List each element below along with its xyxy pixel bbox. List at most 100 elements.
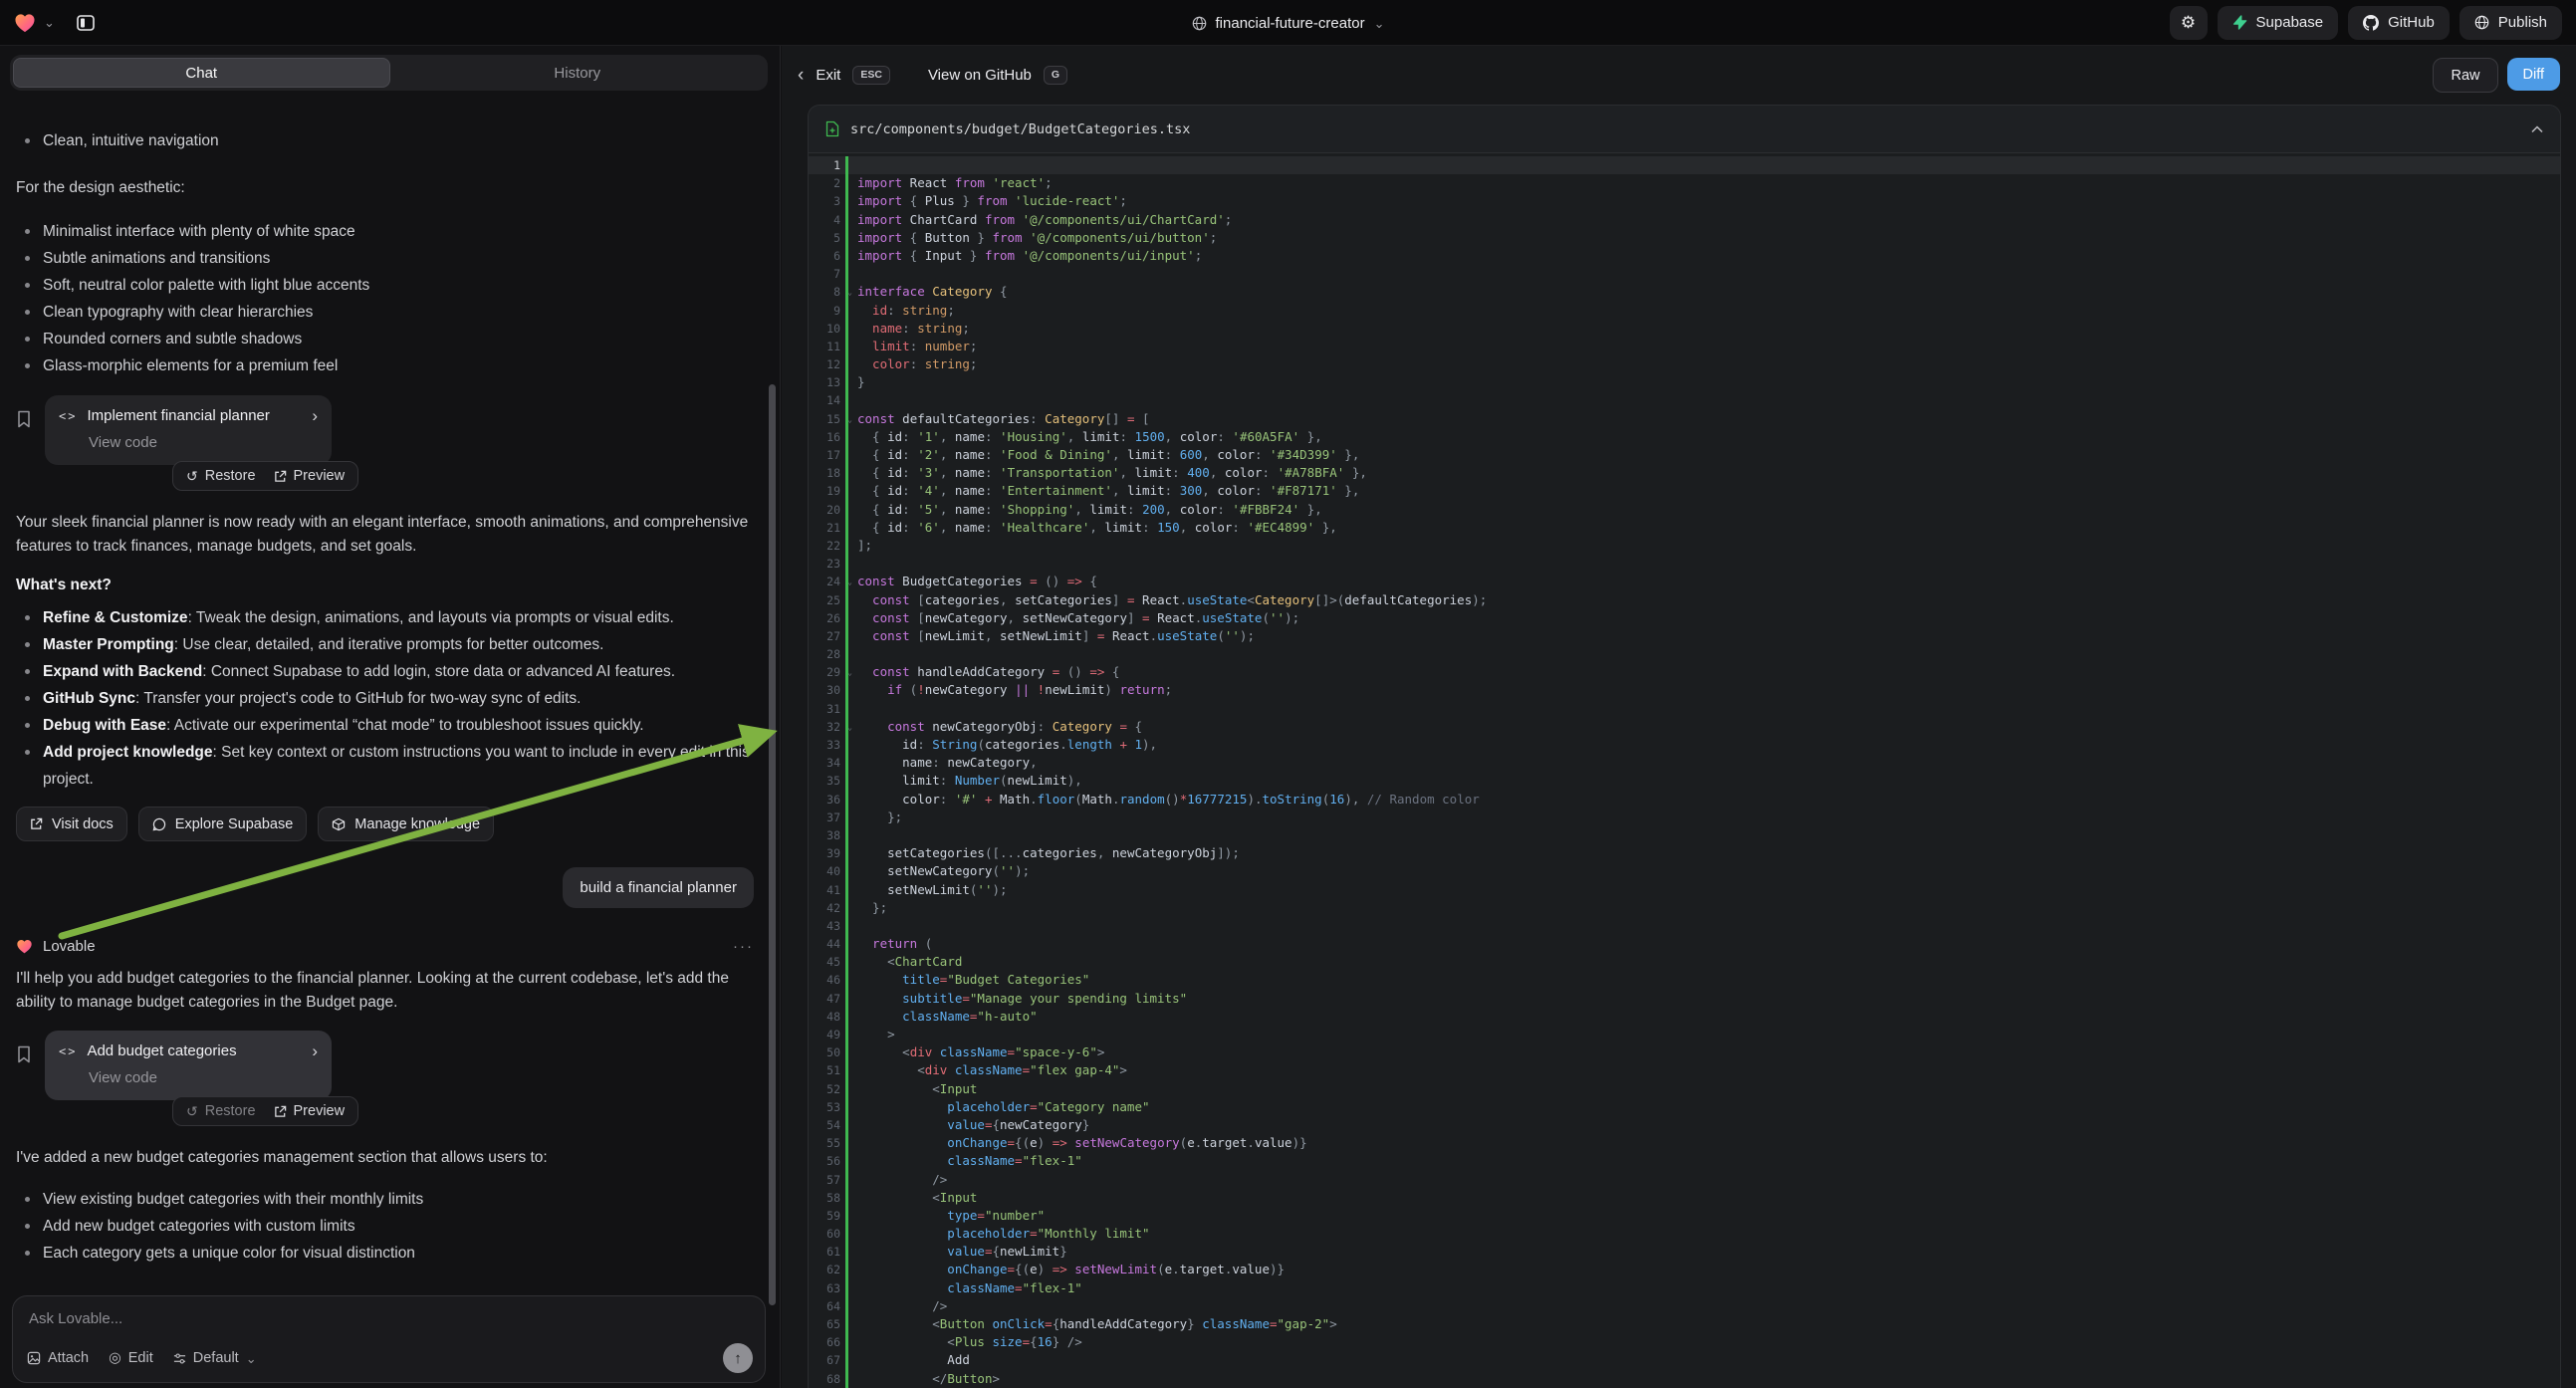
line-number: 45 bbox=[809, 953, 845, 971]
chevron-right-icon[interactable]: › bbox=[312, 407, 318, 424]
view-code-link[interactable]: View code bbox=[89, 434, 318, 451]
file-header[interactable]: src/components/budget/BudgetCategories.t… bbox=[809, 106, 2560, 153]
raw-button[interactable]: Raw bbox=[2433, 58, 2497, 93]
code-line: 22]; bbox=[809, 537, 2560, 555]
explore-supabase-button[interactable]: Explore Supabase bbox=[138, 807, 308, 841]
github-button[interactable]: GitHub bbox=[2348, 6, 2450, 40]
code-panel: ‹ Exit ESC View on GitHub G Raw Diff src… bbox=[782, 46, 2576, 1388]
version-card-add-budget-categories[interactable]: <> Add budget categories › View code ↺Re… bbox=[45, 1031, 332, 1100]
project-switcher[interactable]: financial-future-creator ⌄ bbox=[1192, 0, 1385, 46]
code-text bbox=[848, 645, 857, 663]
line-number: 66 bbox=[809, 1333, 845, 1351]
code-text: const newCategoryObj: Category = { bbox=[848, 718, 1142, 736]
code-line: 5import { Button } from '@/components/ui… bbox=[809, 229, 2560, 247]
code-editor[interactable]: 12import React from 'react';3import { Pl… bbox=[809, 153, 2560, 1388]
code-line: 53 placeholder="Category name" bbox=[809, 1098, 2560, 1116]
code-line: 21 { id: '6', name: 'Healthcare', limit:… bbox=[809, 519, 2560, 537]
diff-button[interactable]: Diff bbox=[2507, 58, 2561, 91]
manage-knowledge-button[interactable]: Manage knowledge bbox=[318, 807, 494, 841]
version-card-toolbar: ↺Restore Preview bbox=[172, 1096, 358, 1126]
code-line: 27 const [newLimit, setNewLimit] = React… bbox=[809, 627, 2560, 645]
version-card-implement-planner[interactable]: <> Implement financial planner › View co… bbox=[45, 395, 332, 465]
chat-scrollbar[interactable] bbox=[769, 384, 776, 1305]
send-button[interactable]: ↑ bbox=[723, 1343, 753, 1373]
line-number: 67 bbox=[809, 1351, 845, 1369]
fold-chevron-icon[interactable]: ⌄ bbox=[847, 664, 852, 682]
line-number: 62 bbox=[809, 1261, 845, 1278]
code-text: <Button onClick={handleAddCategory} clas… bbox=[848, 1315, 1337, 1333]
line-number: 58 bbox=[809, 1189, 845, 1207]
fold-chevron-icon[interactable]: ⌄ bbox=[847, 284, 852, 302]
code-line: 36 color: '#' + Math.floor(Math.random()… bbox=[809, 791, 2560, 809]
line-number: 26 bbox=[809, 609, 845, 627]
code-line: 35 limit: Number(newLimit), bbox=[809, 772, 2560, 790]
tab-chat[interactable]: Chat bbox=[13, 58, 390, 88]
restore-button[interactable]: ↺Restore bbox=[186, 468, 256, 484]
code-text: Add bbox=[848, 1351, 970, 1369]
code-text: onChange={(e) => setNewLimit(e.target.va… bbox=[848, 1261, 1285, 1278]
sliders-icon bbox=[173, 1352, 186, 1365]
ready-text: Your sleek financial planner is now read… bbox=[16, 511, 754, 559]
version-card-title: Implement financial planner bbox=[87, 407, 269, 424]
composer[interactable]: Ask Lovable... Attach ◎ Edit Default ⌄ ↑ bbox=[12, 1295, 766, 1383]
bookmark-icon[interactable] bbox=[16, 410, 32, 428]
line-number: 21 bbox=[809, 519, 845, 537]
line-number: 53 bbox=[809, 1098, 845, 1116]
line-number: 42 bbox=[809, 899, 845, 917]
code-line: 67 Add bbox=[809, 1351, 2560, 1369]
exit-button[interactable]: Exit bbox=[816, 67, 840, 84]
composer-placeholder[interactable]: Ask Lovable... bbox=[29, 1310, 749, 1327]
line-number: 4 bbox=[809, 211, 845, 229]
version-card-toolbar: ↺Restore Preview bbox=[172, 461, 358, 491]
preview-button[interactable]: Preview bbox=[274, 1103, 346, 1119]
publish-label: Publish bbox=[2498, 14, 2547, 31]
globe-icon bbox=[1192, 16, 1207, 31]
line-number: 63 bbox=[809, 1279, 845, 1297]
logo-chevron-down-icon[interactable]: ⌄ bbox=[44, 16, 55, 29]
external-link-icon bbox=[274, 470, 287, 483]
line-number: 13 bbox=[809, 373, 845, 391]
line-number: 30 bbox=[809, 681, 845, 699]
model-selector[interactable]: Default ⌄ bbox=[173, 1350, 257, 1366]
code-text: import ChartCard from '@/components/ui/C… bbox=[848, 211, 1232, 229]
tab-history[interactable]: History bbox=[390, 58, 766, 88]
bookmark-icon[interactable] bbox=[16, 1045, 32, 1063]
line-number: 57 bbox=[809, 1171, 845, 1189]
supabase-button[interactable]: Supabase bbox=[2218, 6, 2339, 40]
fold-chevron-icon[interactable]: ⌄ bbox=[847, 411, 852, 429]
attach-button[interactable]: Attach bbox=[27, 1350, 89, 1366]
visit-docs-button[interactable]: Visit docs bbox=[16, 807, 127, 841]
chevron-right-icon[interactable]: › bbox=[312, 1042, 318, 1059]
line-number: 40 bbox=[809, 862, 845, 880]
code-tag-icon: <> bbox=[59, 409, 77, 423]
lovable-heart-icon[interactable] bbox=[14, 13, 36, 33]
code-text: title="Budget Categories" bbox=[848, 971, 1089, 989]
settings-button[interactable]: ⚙ bbox=[2170, 6, 2208, 40]
code-text: color: string; bbox=[848, 355, 977, 373]
message-menu-button[interactable]: ··· bbox=[733, 938, 754, 955]
esc-keycap: ESC bbox=[852, 66, 890, 85]
restore-button[interactable]: ↺Restore bbox=[186, 1103, 256, 1119]
publish-button[interactable]: Publish bbox=[2459, 6, 2562, 40]
code-line: 55 onChange={(e) => setNewCategory(e.tar… bbox=[809, 1134, 2560, 1152]
code-line: 34 name: newCategory, bbox=[809, 754, 2560, 772]
preview-button[interactable]: Preview bbox=[274, 468, 346, 484]
view-on-github-button[interactable]: View on GitHub bbox=[928, 67, 1032, 84]
collapse-file-button[interactable] bbox=[2531, 125, 2543, 133]
sidebar-toggle-button[interactable] bbox=[69, 7, 103, 39]
code-line: 16 { id: '1', name: 'Housing', limit: 15… bbox=[809, 428, 2560, 446]
edit-button[interactable]: ◎ Edit bbox=[109, 1350, 153, 1366]
line-number: 2 bbox=[809, 174, 845, 192]
fold-chevron-icon[interactable]: ⌄ bbox=[847, 574, 852, 591]
code-text: color: '#' + Math.floor(Math.random()*16… bbox=[848, 791, 1480, 809]
code-text: className="flex-1" bbox=[848, 1152, 1082, 1170]
back-chevron-icon[interactable]: ‹ bbox=[798, 66, 804, 85]
user-message-row: build a financial planner bbox=[16, 867, 754, 908]
line-number: 34 bbox=[809, 754, 845, 772]
code-text: import { Input } from '@/components/ui/i… bbox=[848, 247, 1202, 265]
view-code-link[interactable]: View code bbox=[89, 1069, 318, 1086]
fold-chevron-icon[interactable]: ⌄ bbox=[847, 719, 852, 737]
code-line: 1 bbox=[809, 156, 2560, 174]
code-text: interface Category { bbox=[848, 283, 1008, 301]
code-line: 62 onChange={(e) => setNewLimit(e.target… bbox=[809, 1261, 2560, 1278]
